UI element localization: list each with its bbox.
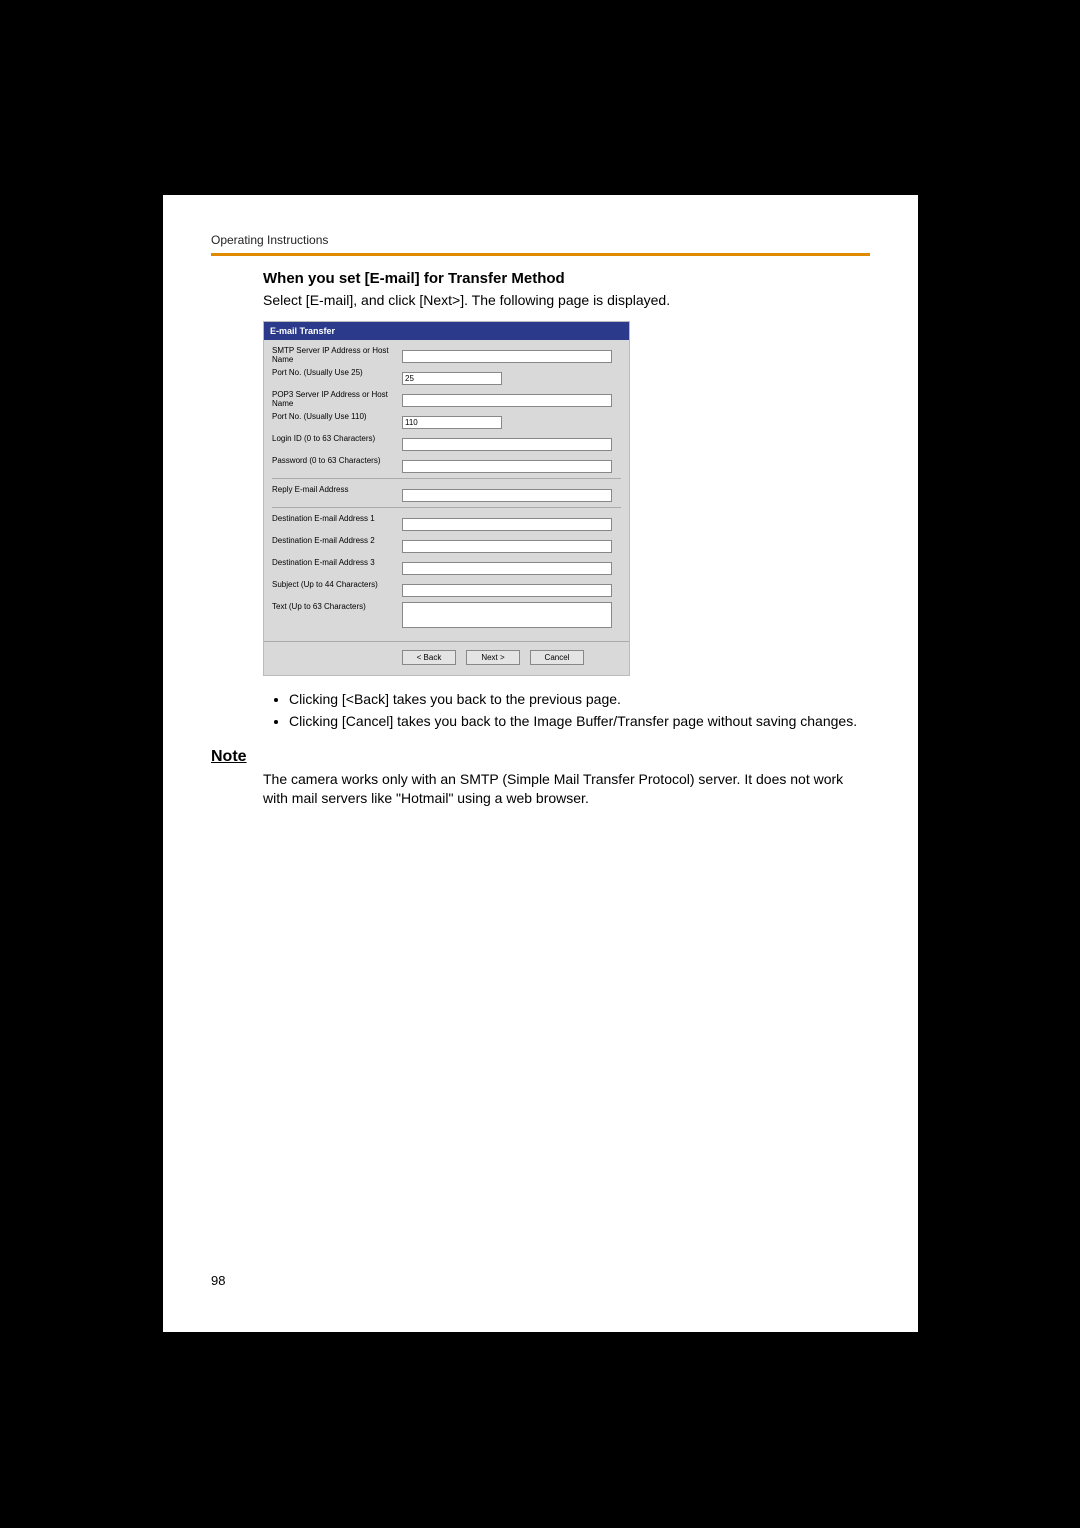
label-pop3-port: Port No. (Usually Use 110) <box>272 412 402 421</box>
label-text: Text (Up to 63 Characters) <box>272 602 402 611</box>
bullet-back: Clicking [<Back] takes you back to the p… <box>289 690 870 710</box>
note-text: The camera works only with an SMTP (Simp… <box>263 770 870 809</box>
header-rule <box>211 253 870 256</box>
back-button[interactable]: < Back <box>402 650 456 665</box>
input-pop3-port[interactable] <box>402 416 502 429</box>
input-subject[interactable] <box>402 584 612 597</box>
input-password[interactable] <box>402 460 612 473</box>
input-smtp[interactable] <box>402 350 612 363</box>
input-reply[interactable] <box>402 489 612 502</box>
divider <box>272 478 621 479</box>
bullet-list: Clicking [<Back] takes you back to the p… <box>263 690 870 731</box>
label-password: Password (0 to 63 Characters) <box>272 456 402 465</box>
page-number: 98 <box>211 1273 225 1288</box>
label-dest2: Destination E-mail Address 2 <box>272 536 402 545</box>
form-title: E-mail Transfer <box>264 322 629 340</box>
section-heading: When you set [E-mail] for Transfer Metho… <box>263 270 870 287</box>
content-area: When you set [E-mail] for Transfer Metho… <box>263 270 870 809</box>
label-reply: Reply E-mail Address <box>272 485 402 494</box>
button-row: < Back Next > Cancel <box>264 641 629 675</box>
divider <box>272 507 621 508</box>
cancel-button[interactable]: Cancel <box>530 650 584 665</box>
label-pop3: POP3 Server IP Address or Host Name <box>272 390 402 408</box>
note-heading: Note <box>211 748 870 766</box>
input-smtp-port[interactable] <box>402 372 502 385</box>
document-page: Operating Instructions When you set [E-m… <box>163 195 918 1332</box>
input-dest3[interactable] <box>402 562 612 575</box>
label-subject: Subject (Up to 44 Characters) <box>272 580 402 589</box>
label-smtp: SMTP Server IP Address or Host Name <box>272 346 402 364</box>
input-login[interactable] <box>402 438 612 451</box>
intro-text: Select [E-mail], and click [Next>]. The … <box>263 291 870 311</box>
next-button[interactable]: Next > <box>466 650 520 665</box>
label-dest1: Destination E-mail Address 1 <box>272 514 402 523</box>
label-login: Login ID (0 to 63 Characters) <box>272 434 402 443</box>
input-dest2[interactable] <box>402 540 612 553</box>
bullet-cancel: Clicking [Cancel] takes you back to the … <box>289 712 870 732</box>
label-dest3: Destination E-mail Address 3 <box>272 558 402 567</box>
email-transfer-form: E-mail Transfer SMTP Server IP Address o… <box>263 321 630 677</box>
input-dest1[interactable] <box>402 518 612 531</box>
label-smtp-port: Port No. (Usually Use 25) <box>272 368 402 377</box>
running-header: Operating Instructions <box>211 233 870 247</box>
input-pop3[interactable] <box>402 394 612 407</box>
input-text[interactable] <box>402 602 612 628</box>
